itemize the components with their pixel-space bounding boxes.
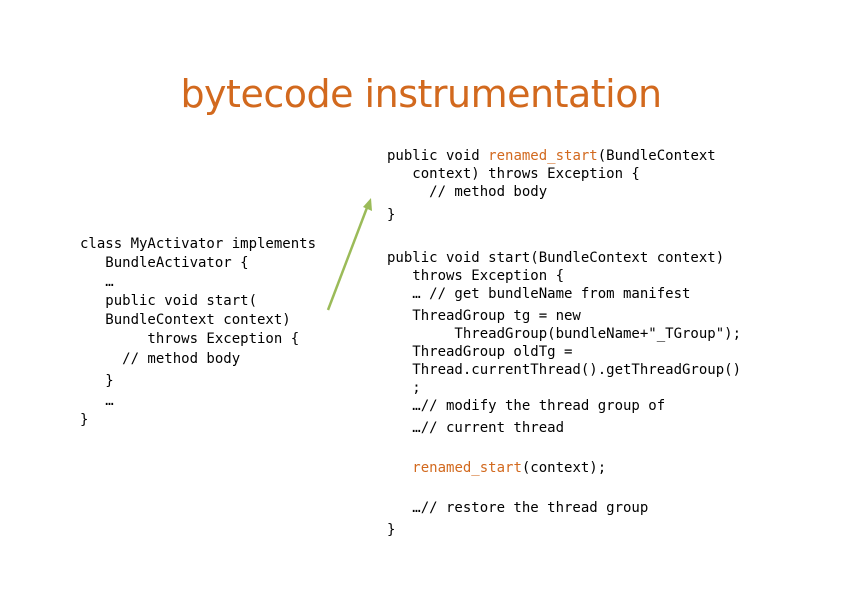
arrow-shaft: [326, 204, 370, 311]
rename-arrow: [326, 198, 372, 311]
